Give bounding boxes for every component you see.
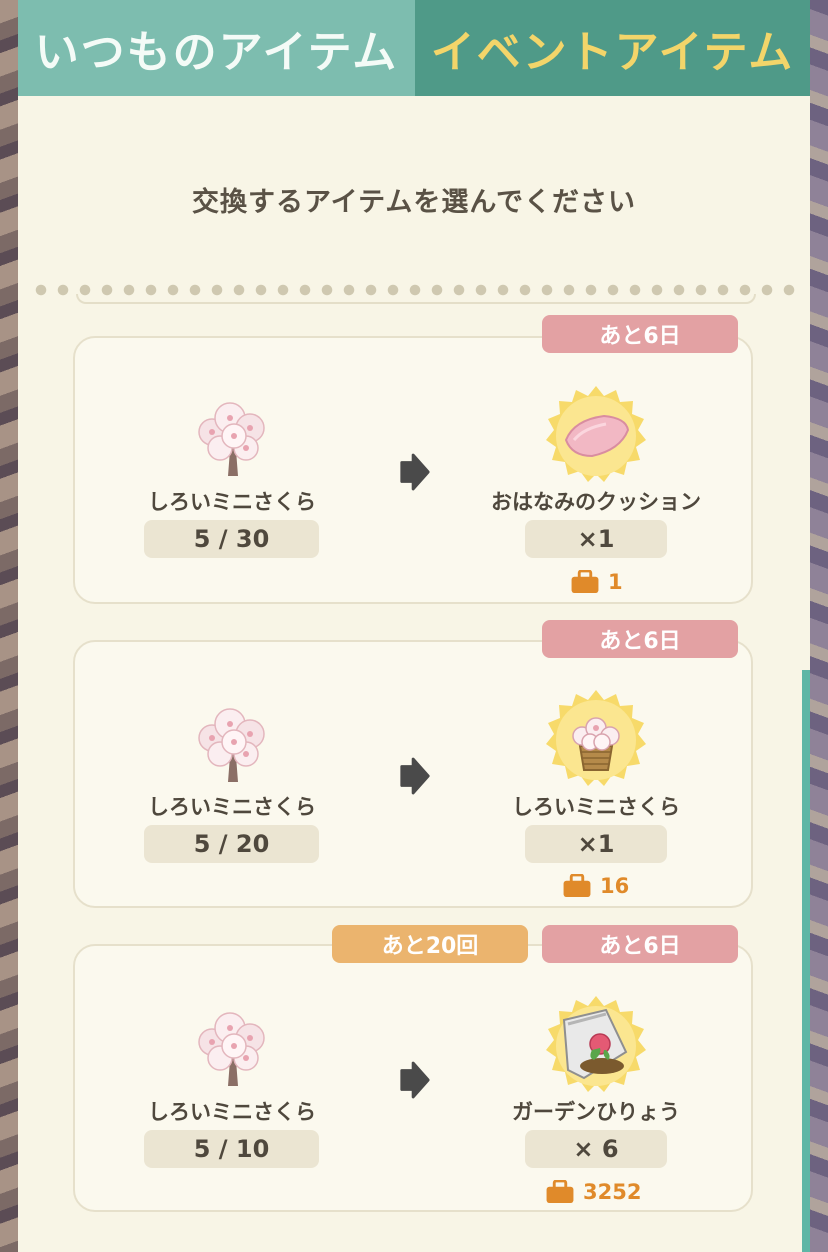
background-right — [810, 0, 828, 1252]
owned-value: 1 — [608, 570, 623, 594]
cherry-tree-icon — [198, 402, 265, 477]
cherry-tree-icon — [198, 708, 265, 783]
days-left-badge: あと6日 — [542, 925, 738, 963]
cost-progress: 5 / 10 — [144, 1130, 319, 1168]
owned-count: 16 — [562, 874, 629, 898]
bag-icon — [545, 1180, 575, 1204]
dotted-divider — [30, 284, 800, 296]
cost-item-name: しろいミニさくら — [148, 795, 316, 819]
instruction-text: 交換するアイテムを選んでください — [192, 187, 636, 218]
reward-quantity: ×1 — [525, 825, 667, 863]
reward-quantity: × 6 — [525, 1130, 667, 1168]
pink-cushion-icon — [546, 386, 646, 482]
owned-count: 3252 — [545, 1180, 641, 1204]
potted-cherry-icon — [546, 690, 646, 786]
owned-value: 16 — [600, 874, 630, 898]
arrow-right-icon — [400, 453, 430, 491]
reward-item-name: おはなみのクッション — [491, 490, 701, 514]
cost-progress: 5 / 20 — [144, 825, 319, 863]
cost-item-name: しろいミニさくら — [148, 490, 316, 514]
reward-item-name: しろいミニさくら — [512, 795, 680, 819]
owned-value: 3252 — [583, 1180, 642, 1204]
tab-event-items[interactable]: イベントアイテム — [415, 0, 810, 96]
reward-quantity: ×1 — [525, 520, 667, 558]
cost-item-name: しろいミニさくら — [148, 1100, 316, 1124]
reward-item-name: ガーデンひりょう — [512, 1100, 680, 1124]
tab-normal-items[interactable]: いつものアイテム — [18, 0, 415, 96]
tab-bar: いつものアイテム イベントアイテム — [18, 0, 810, 96]
background-left — [0, 0, 18, 1252]
owned-count: 1 — [570, 570, 623, 594]
cherry-tree-icon — [198, 1012, 265, 1087]
arrow-right-icon — [400, 757, 430, 795]
cost-progress: 5 / 30 — [144, 520, 319, 558]
days-left-badge: あと6日 — [542, 315, 738, 353]
scrollbar[interactable] — [802, 670, 810, 1252]
bag-icon — [570, 570, 600, 594]
remaining-count-badge: あと20回 — [332, 925, 528, 963]
fertilizer-bag-icon — [546, 996, 646, 1092]
bag-icon — [562, 874, 592, 898]
arrow-right-icon — [400, 1061, 430, 1099]
days-left-badge: あと6日 — [542, 620, 738, 658]
